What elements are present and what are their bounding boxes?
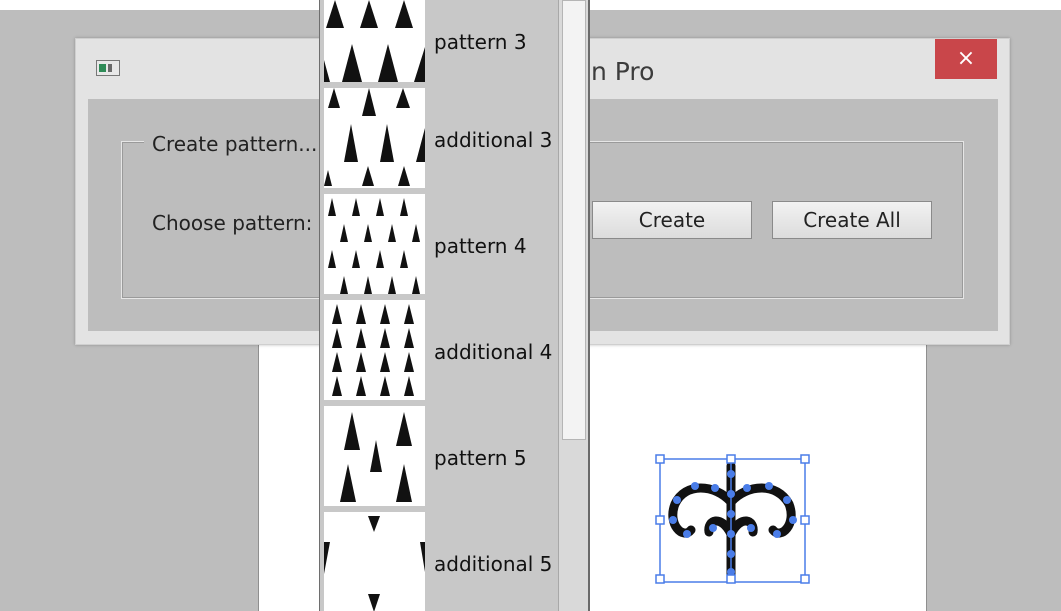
dialog-title: n Pro: [591, 57, 655, 86]
list-item-label: pattern 4: [434, 234, 527, 258]
list-item-pattern-3[interactable]: pattern 3: [320, 0, 558, 88]
list-item-label: pattern 3: [434, 30, 527, 54]
scrollbar-thumb[interactable]: [562, 0, 586, 440]
create-all-button[interactable]: Create All: [772, 201, 932, 239]
window-icon: [96, 60, 120, 76]
groupbox-title: Create pattern...: [144, 132, 326, 156]
additional-4-thumbnail: [324, 300, 425, 400]
pattern-3-thumbnail: [324, 0, 425, 82]
additional-5-thumbnail: [324, 512, 425, 611]
list-item-additional-4[interactable]: additional 4: [320, 300, 558, 406]
close-icon: ×: [956, 46, 976, 71]
pattern-4-thumbnail: [324, 194, 425, 294]
list-item-label: pattern 5: [434, 446, 527, 470]
list-item-pattern-5[interactable]: pattern 5: [320, 406, 558, 512]
additional-3-thumbnail: [324, 88, 425, 188]
close-button[interactable]: ×: [935, 39, 997, 79]
list-item-label: additional 5: [434, 552, 553, 576]
list-item-additional-3[interactable]: additional 3: [320, 88, 558, 194]
create-button[interactable]: Create: [592, 201, 752, 239]
selected-ornament-artwork[interactable]: [655, 454, 810, 584]
pattern-5-thumbnail: [324, 406, 425, 506]
pattern-dropdown-list[interactable]: pattern 3 additional 3 pattern 4 additio…: [319, 0, 558, 611]
list-item-additional-5[interactable]: additional 5: [320, 512, 558, 611]
list-item-label: additional 4: [434, 340, 553, 364]
dropdown-scrollbar[interactable]: [558, 0, 590, 611]
list-item-label: additional 3: [434, 128, 553, 152]
list-item-pattern-4[interactable]: pattern 4: [320, 194, 558, 300]
choose-pattern-label: Choose pattern:: [152, 211, 313, 235]
